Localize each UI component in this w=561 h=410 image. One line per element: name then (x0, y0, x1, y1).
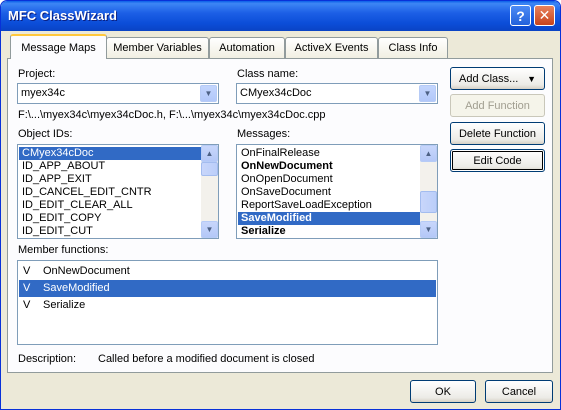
tab-activex-events[interactable]: ActiveX Events (285, 37, 378, 58)
message-item[interactable]: SaveModified (238, 212, 420, 225)
description-label: Description: (18, 353, 77, 365)
message-item[interactable]: OnOpenDocument (238, 173, 420, 186)
message-item[interactable]: OnNewDocument (238, 160, 420, 173)
tab-message-maps[interactable]: Message Maps (10, 34, 107, 59)
virtual-flag: V (23, 299, 31, 311)
object-id-item[interactable]: ID_APP_EXIT (19, 173, 201, 186)
chevron-down-icon[interactable]: ▼ (419, 85, 436, 102)
chevron-down-icon[interactable]: ▼ (200, 85, 217, 102)
close-button[interactable]: ✕ (534, 5, 555, 26)
window-title: MFC ClassWizard (8, 8, 117, 23)
message-item[interactable]: Serialize (238, 225, 420, 238)
ok-button[interactable]: OK (410, 380, 476, 403)
cancel-button[interactable]: Cancel (485, 380, 553, 403)
member-row-onnewdocument[interactable]: V OnNewDocument (19, 263, 436, 280)
file-path: F:\...\myex34c\myex34cDoc.h, F:\...\myex… (18, 109, 326, 121)
help-button[interactable]: ? (510, 5, 531, 26)
object-id-item[interactable]: ID_APP_ABOUT (19, 160, 201, 173)
messages-list[interactable]: OnFinalRelease OnNewDocument OnOpenDocumen… (236, 144, 438, 239)
message-item[interactable]: OnFinalRelease (238, 147, 420, 160)
scroll-thumb[interactable] (201, 162, 218, 176)
project-combo[interactable]: myex34c ▼ (17, 83, 219, 104)
object-ids-list[interactable]: CMyex34cDoc ID_APP_ABOUT ID_APP_EXIT ID_CAN… (17, 144, 219, 239)
messages-scrollbar[interactable]: ▲ ▼ (420, 145, 437, 238)
project-label: Project: (18, 68, 56, 80)
edit-code-button[interactable]: Edit Code (450, 149, 545, 172)
scroll-down-icon[interactable]: ▼ (420, 221, 437, 238)
tab-member-variables[interactable]: Member Variables (106, 37, 209, 58)
title-bar[interactable]: MFC ClassWizard ? ✕ (1, 1, 560, 31)
classwizard-window: MFC ClassWizard ? ✕ Message Maps Member … (0, 0, 561, 410)
member-functions-label: Member functions: (18, 244, 109, 256)
class-name-combo[interactable]: CMyex34cDoc ▼ (236, 83, 438, 104)
scroll-up-icon[interactable]: ▲ (201, 145, 218, 162)
messages-label: Messages: (237, 128, 291, 140)
member-name: SaveModified (43, 282, 110, 294)
add-function-button[interactable]: Add Function (450, 94, 545, 117)
member-functions-list[interactable]: V OnNewDocument V SaveModified V Seriali… (17, 260, 438, 345)
delete-function-button[interactable]: Delete Function (450, 122, 545, 145)
object-ids-label: Object IDs: (18, 128, 73, 140)
tab-automation[interactable]: Automation (209, 37, 285, 58)
dropdown-arrow-icon: ▼ (527, 73, 536, 84)
object-id-item[interactable]: ID_EDIT_CLEAR_ALL (19, 199, 201, 212)
description-text: Called before a modified document is clo… (98, 353, 315, 365)
message-item[interactable]: OnSaveDocument (238, 186, 420, 199)
class-name-value: CMyex34cDoc (240, 87, 312, 99)
message-item[interactable]: ReportSaveLoadException (238, 199, 420, 212)
member-name: Serialize (43, 299, 86, 311)
object-id-item[interactable]: ID_EDIT_CUT (19, 225, 201, 238)
add-class-button[interactable]: Add Class... ▼ (450, 67, 545, 90)
object-ids-scrollbar[interactable]: ▲ ▼ (201, 145, 218, 238)
tab-class-info[interactable]: Class Info (378, 37, 448, 58)
member-row-serialize[interactable]: V Serialize (19, 297, 436, 314)
class-name-label: Class name: (237, 68, 299, 80)
virtual-flag: V (23, 282, 31, 294)
object-id-item[interactable]: ID_CANCEL_EDIT_CNTR (19, 186, 201, 199)
add-class-label: Add Class... (459, 72, 519, 85)
member-row-savemodified[interactable]: V SaveModified (19, 280, 436, 297)
object-id-item[interactable]: CMyex34cDoc (19, 147, 201, 160)
scroll-up-icon[interactable]: ▲ (420, 145, 437, 162)
scroll-thumb[interactable] (420, 191, 437, 213)
member-name: OnNewDocument (43, 265, 130, 277)
virtual-flag: V (23, 265, 31, 277)
object-id-item[interactable]: ID_EDIT_COPY (19, 212, 201, 225)
project-value: myex34c (21, 87, 66, 99)
scroll-down-icon[interactable]: ▼ (201, 221, 218, 238)
